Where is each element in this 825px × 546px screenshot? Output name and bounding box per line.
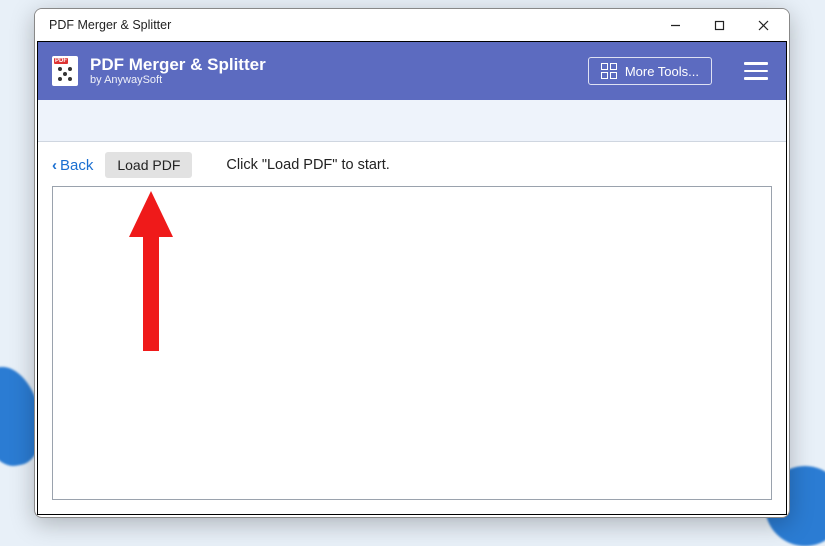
menu-button[interactable]	[740, 58, 772, 84]
pdf-canvas-area	[52, 186, 772, 500]
app-window: PDF Merger & Splitter PDF Merger & Split…	[34, 8, 790, 518]
app-body: PDF Merger & Splitter by AnywaySoft More…	[37, 41, 787, 515]
more-tools-label: More Tools...	[625, 64, 699, 79]
maximize-icon	[714, 20, 725, 31]
back-label: Back	[60, 157, 93, 174]
minimize-button[interactable]	[653, 10, 697, 40]
window-controls	[653, 10, 785, 40]
maximize-button[interactable]	[697, 10, 741, 40]
app-subtitle: by AnywaySoft	[90, 74, 266, 87]
app-header: PDF Merger & Splitter by AnywaySoft More…	[38, 42, 786, 100]
app-title: PDF Merger & Splitter	[90, 55, 266, 75]
app-title-block: PDF Merger & Splitter by AnywaySoft	[90, 55, 266, 87]
back-link[interactable]: ‹ Back	[52, 157, 93, 174]
load-pdf-button[interactable]: Load PDF	[105, 152, 192, 178]
sub-header-band	[38, 100, 786, 142]
grid-icon	[601, 63, 617, 79]
more-tools-button[interactable]: More Tools...	[588, 57, 712, 85]
close-button[interactable]	[741, 10, 785, 40]
titlebar: PDF Merger & Splitter	[35, 9, 789, 41]
annotation-arrow-icon	[129, 191, 173, 351]
hamburger-icon	[744, 62, 768, 65]
window-title: PDF Merger & Splitter	[49, 18, 653, 32]
hint-text: Click "Load PDF" to start.	[226, 157, 389, 173]
chevron-left-icon: ‹	[52, 157, 57, 174]
action-row: ‹ Back Load PDF Click "Load PDF" to star…	[38, 142, 786, 186]
minimize-icon	[670, 20, 681, 31]
app-logo-icon	[52, 56, 78, 86]
close-icon	[758, 20, 769, 31]
